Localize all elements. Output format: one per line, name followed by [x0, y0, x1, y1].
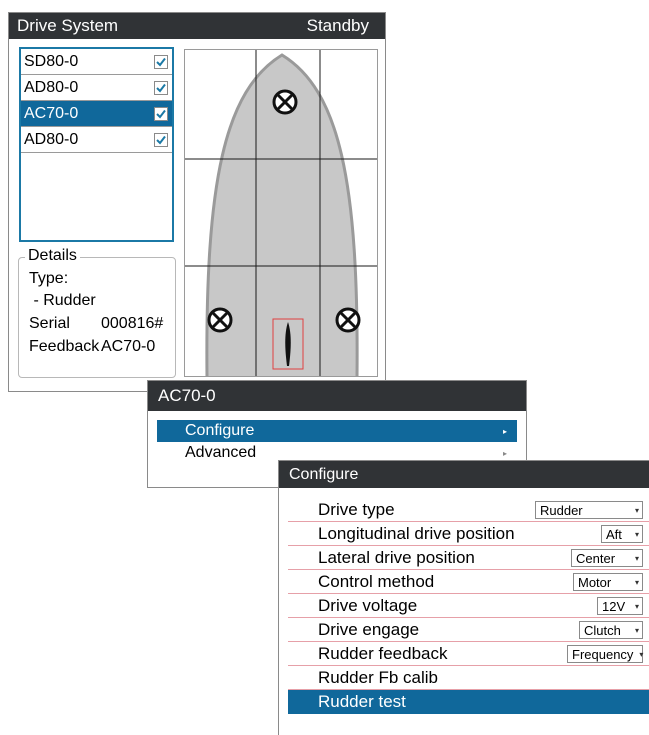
check-icon: [156, 135, 166, 145]
menu-item-label: Configure: [185, 422, 255, 439]
menu-item-label: Advanced: [185, 444, 257, 461]
config-row-rudder-feedback[interactable]: Rudder feedback Frequency ▾: [288, 642, 649, 666]
select-value: Clutch: [584, 622, 621, 638]
chevron-down-icon: ▾: [634, 553, 639, 563]
config-label: Longitudinal drive position: [318, 523, 515, 543]
chevron-down-icon: ▾: [634, 577, 639, 587]
menu-item-configure[interactable]: Configure ▸: [157, 420, 517, 442]
boat-diagram: [184, 49, 378, 377]
chevron-down-icon: ▾: [634, 625, 639, 635]
select-value: Rudder: [540, 502, 583, 518]
thruster-icon: [335, 307, 361, 333]
drive-status: Standby: [306, 16, 369, 35]
config-label: Rudder feedback: [318, 643, 448, 663]
config-label: Lateral drive position: [318, 547, 475, 567]
config-label: Control method: [318, 571, 435, 591]
config-row-longitudinal-position[interactable]: Longitudinal drive position Aft ▾: [288, 522, 649, 546]
lateral-position-select[interactable]: Center ▾: [571, 549, 643, 567]
device-name: AD80-0: [24, 78, 79, 96]
config-label: Drive type: [318, 499, 395, 519]
config-label: Rudder Fb calib: [318, 667, 439, 687]
device-row-ad80[interactable]: AD80-0: [21, 75, 172, 101]
device-checkbox[interactable]: [154, 80, 168, 95]
select-value: 12V: [602, 598, 626, 614]
device-checkbox[interactable]: [154, 106, 168, 121]
select-value: Center: [576, 550, 616, 566]
chevron-right-icon: ▸: [502, 448, 507, 458]
drive-system-window: Drive System Standby SD80-0 AD80-0 AC70-…: [8, 12, 386, 392]
device-menu-titlebar: AC70-0: [148, 381, 526, 411]
device-name: AC70-0: [24, 104, 79, 122]
control-method-select[interactable]: Motor ▾: [573, 573, 643, 591]
config-label: Rudder test: [318, 692, 406, 711]
select-value: Frequency: [572, 646, 634, 662]
device-list[interactable]: SD80-0 AD80-0 AC70-0 AD80-0: [19, 47, 174, 242]
drive-voltage-select[interactable]: 12V ▾: [597, 597, 643, 615]
configure-dialog: Configure Drive type Rudder ▾ Longitudin…: [278, 460, 649, 735]
type-value: - Rudder: [29, 292, 96, 309]
check-icon: [156, 109, 166, 119]
config-row-control-method[interactable]: Control method Motor ▾: [288, 570, 649, 594]
feedback-value: AC70-0: [101, 338, 156, 355]
device-row-ad80-2[interactable]: AD80-0: [21, 127, 172, 153]
drive-engage-select[interactable]: Clutch ▾: [579, 621, 643, 639]
device-name: AD80-0: [24, 130, 79, 148]
config-label: Drive voltage: [318, 595, 418, 615]
serial-label: Serial: [29, 315, 70, 332]
details-group: Details Type: - Rudder Serial 000816# Fe…: [18, 247, 176, 378]
thruster-icon: [272, 89, 298, 115]
device-checkbox[interactable]: [154, 132, 168, 147]
details-legend: Details: [25, 247, 80, 265]
configure-titlebar: Configure: [279, 461, 649, 488]
serial-value: 000816#: [101, 315, 164, 332]
type-label: Type:: [29, 270, 69, 287]
device-checkbox[interactable]: [154, 54, 168, 69]
device-menu-title: AC70-0: [158, 386, 216, 405]
window-title: Drive System: [17, 16, 119, 35]
config-row-rudder-fb-calib[interactable]: Rudder Fb calib: [288, 666, 649, 690]
check-icon: [156, 83, 166, 93]
longitudinal-position-select[interactable]: Aft ▾: [601, 525, 643, 543]
config-row-drive-type[interactable]: Drive type Rudder ▾: [288, 498, 649, 522]
config-row-lateral-position[interactable]: Lateral drive position Center ▾: [288, 546, 649, 570]
boat-diagram-svg: [185, 50, 377, 376]
device-row-sd80[interactable]: SD80-0: [21, 49, 172, 75]
check-icon: [156, 57, 166, 67]
select-value: Motor: [578, 574, 612, 590]
thruster-icon: [207, 307, 233, 333]
config-row-rudder-test[interactable]: Rudder test: [288, 690, 649, 714]
chevron-right-icon: ▸: [502, 426, 507, 436]
drive-system-titlebar: Drive System Standby: [9, 13, 385, 39]
chevron-down-icon: ▾: [634, 601, 639, 611]
select-value: Aft: [606, 526, 622, 542]
configure-title: Configure: [289, 465, 359, 483]
device-name: SD80-0: [24, 52, 79, 70]
feedback-label: Feedback: [29, 338, 100, 355]
chevron-down-icon: ▾: [634, 505, 639, 515]
chevron-down-icon: ▾: [639, 649, 644, 659]
config-row-drive-engage[interactable]: Drive engage Clutch ▾: [288, 618, 649, 642]
chevron-down-icon: ▾: [634, 529, 639, 539]
config-row-drive-voltage[interactable]: Drive voltage 12V ▾: [288, 594, 649, 618]
drive-type-select[interactable]: Rudder ▾: [535, 501, 643, 519]
rudder-feedback-select[interactable]: Frequency ▾: [567, 645, 643, 663]
config-label: Drive engage: [318, 619, 420, 639]
device-row-ac70[interactable]: AC70-0: [21, 101, 172, 127]
